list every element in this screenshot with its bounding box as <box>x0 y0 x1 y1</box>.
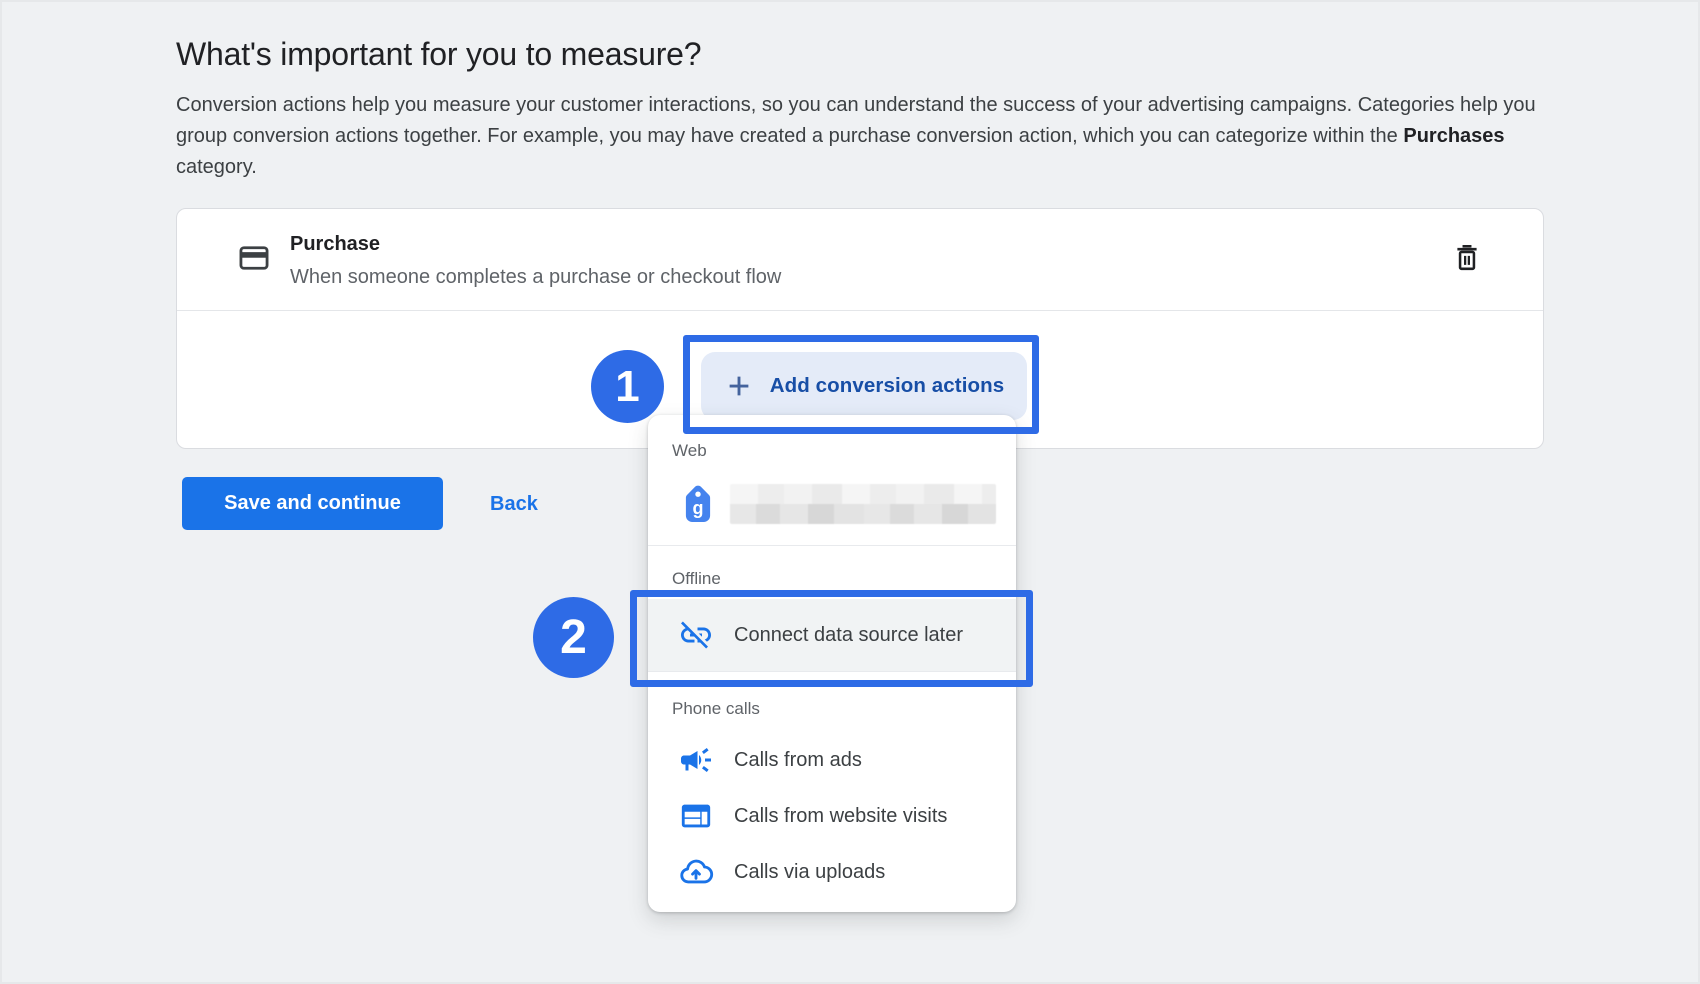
menu-item-web-tag[interactable]: g <box>648 477 1016 531</box>
delete-purchase-button[interactable] <box>1445 236 1489 280</box>
menu-item-calls-via-uploads[interactable]: Calls via uploads <box>648 844 1016 900</box>
plus-icon <box>724 371 754 401</box>
menu-item-label: Calls via uploads <box>734 861 885 884</box>
browser-icon <box>679 799 713 833</box>
dropdown-divider <box>648 671 1016 672</box>
svg-text:g: g <box>693 498 704 518</box>
purchase-row: Purchase When someone completes a purcha… <box>177 209 1543 310</box>
conversion-source-dropdown: Web g Offline Connect data source later … <box>648 415 1016 912</box>
add-conversion-actions-label: Add conversion actions <box>770 374 1005 398</box>
section-label-web: Web <box>672 441 707 461</box>
back-button[interactable]: Back <box>490 493 538 516</box>
purchase-title: Purchase <box>290 233 380 256</box>
section-label-offline: Offline <box>672 569 721 589</box>
page-title: What's important for you to measure? <box>176 36 701 73</box>
google-tag-icon: g <box>682 484 714 524</box>
conversion-setup-page: What's important for you to measure? Con… <box>0 0 1700 984</box>
purchase-subtitle: When someone completes a purchase or che… <box>290 266 781 289</box>
cloud-upload-icon <box>678 854 714 890</box>
dropdown-divider <box>648 545 1016 546</box>
conversion-actions-card: Purchase When someone completes a purcha… <box>176 208 1544 449</box>
megaphone-icon <box>678 742 714 778</box>
page-description: Conversion actions help you measure your… <box>176 90 1548 183</box>
menu-item-label: Connect data source later <box>734 624 963 647</box>
add-conversion-actions-button[interactable]: Add conversion actions <box>701 352 1027 420</box>
menu-item-label: Calls from website visits <box>734 805 947 828</box>
menu-item-calls-from-ads[interactable]: Calls from ads <box>648 732 1016 788</box>
step1-badge: 1 <box>591 350 664 423</box>
description-text-end: category. <box>176 156 257 178</box>
link-off-icon <box>678 617 714 653</box>
description-text: Conversion actions help you measure your… <box>176 94 1536 147</box>
step2-badge: 2 <box>533 597 614 678</box>
redacted-tag-name <box>730 484 996 524</box>
menu-item-calls-from-website-visits[interactable]: Calls from website visits <box>648 788 1016 844</box>
menu-item-label: Calls from ads <box>734 749 862 772</box>
trash-icon <box>1451 241 1483 275</box>
menu-item-connect-data-source-later[interactable]: Connect data source later <box>648 599 1016 671</box>
section-label-phone-calls: Phone calls <box>672 699 760 719</box>
save-and-continue-button[interactable]: Save and continue <box>182 477 443 530</box>
description-bold-purchases: Purchases <box>1403 125 1504 147</box>
credit-card-icon <box>235 242 273 274</box>
card-divider <box>177 310 1543 311</box>
